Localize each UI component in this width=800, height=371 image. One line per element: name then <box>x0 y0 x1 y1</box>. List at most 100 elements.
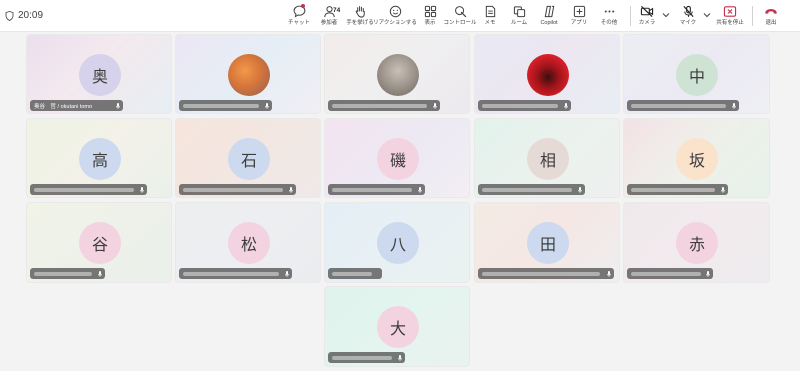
avatar: 赤 <box>676 222 718 264</box>
avatar: 磯 <box>377 138 419 180</box>
name-plate <box>627 268 713 279</box>
notes-label: メモ <box>484 20 496 26</box>
camera-label: カメラ <box>638 20 656 26</box>
participant-tile[interactable]: 高 <box>26 118 172 198</box>
participant-tile[interactable] <box>474 34 620 114</box>
mic-icon <box>578 187 582 193</box>
participant-tile[interactable]: 田 <box>474 202 620 283</box>
name-plate <box>478 184 585 195</box>
avatar-initial: 中 <box>688 67 705 86</box>
mic-icon <box>607 271 611 277</box>
rooms-icon <box>512 4 526 18</box>
participant-tile[interactable]: 相 <box>474 118 620 198</box>
avatar-initial: 相 <box>539 151 556 170</box>
avatar-initial: 八 <box>389 235 406 254</box>
mic-icon <box>732 103 736 109</box>
unread-dot <box>301 4 305 8</box>
share-stop-icon <box>723 4 737 18</box>
participant-name-redacted <box>183 271 279 276</box>
leave-label: 退出 <box>765 20 777 26</box>
stop-sharing-label: 共有を停止 <box>716 20 744 26</box>
grid-view-icon <box>423 4 437 18</box>
mic-button[interactable]: マイク <box>668 3 708 29</box>
name-plate <box>328 268 382 279</box>
mic-icon <box>289 187 293 193</box>
leave-button[interactable]: 退出 <box>751 3 791 29</box>
avatar: 松 <box>228 222 270 264</box>
participant-name-redacted <box>631 271 701 276</box>
avatar: 田 <box>527 222 569 264</box>
avatar-initial: 大 <box>389 319 406 338</box>
participant-name-redacted <box>332 187 412 192</box>
mic-icon <box>433 103 437 109</box>
participant-tile[interactable]: 磯 <box>324 118 470 198</box>
raise-hand-icon <box>353 4 367 18</box>
name-plate <box>328 352 405 363</box>
participant-tile[interactable]: 大 <box>324 286 470 367</box>
avatar: 坂 <box>676 138 718 180</box>
more-label: その他 <box>600 20 618 26</box>
camera-off-icon <box>640 4 654 18</box>
name-plate <box>478 268 614 279</box>
mic-icon <box>140 187 144 193</box>
participant-name-redacted <box>332 103 427 108</box>
meeting-toolbar: 20:09 チャット 74 参加者 手を挙げる リアクションする 表示 コントロ… <box>0 0 800 32</box>
avatar-initial: 石 <box>240 151 257 170</box>
participant-tile[interactable] <box>175 34 321 114</box>
participant-name-redacted <box>34 187 134 192</box>
name-plate <box>30 184 147 195</box>
name-plate <box>328 100 440 111</box>
mic-icon <box>706 271 710 277</box>
avatar-initial: 松 <box>240 235 257 254</box>
name-plate <box>328 184 425 195</box>
name-plate <box>627 184 728 195</box>
participant-tile[interactable]: 松 <box>175 202 321 283</box>
name-plate <box>478 100 571 111</box>
copilot-icon <box>542 4 556 18</box>
participant-name-redacted <box>332 355 392 360</box>
avatar: 八 <box>377 222 419 264</box>
name-plate <box>30 268 105 279</box>
participant-tile[interactable]: 中 <box>623 34 770 114</box>
participant-tile[interactable]: 石 <box>175 118 321 198</box>
participant-tile[interactable]: 赤 <box>623 202 770 283</box>
avatar: 谷 <box>79 222 121 264</box>
participant-name-redacted <box>631 187 715 192</box>
shield-icon <box>5 11 14 21</box>
avatar: 中 <box>676 54 718 96</box>
avatar-initial: 磯 <box>389 151 406 170</box>
rooms-label: ルーム <box>510 20 528 26</box>
participant-name-redacted <box>183 187 283 192</box>
camera-button[interactable]: カメラ <box>627 3 667 29</box>
name-plate: 奥谷 哲 / okutani tomo <box>30 100 123 111</box>
react-button[interactable]: リアクションする <box>373 3 417 29</box>
meeting-timer: 20:09 <box>18 10 44 21</box>
avatar-initial: 田 <box>539 235 556 254</box>
participant-name-redacted <box>482 103 558 108</box>
participant-tile[interactable]: 奥 奥谷 哲 / okutani tomo <box>26 34 172 114</box>
avatar: 高 <box>79 138 121 180</box>
avatar-initial: 谷 <box>91 235 108 254</box>
name-plate <box>179 100 272 111</box>
participant-tile[interactable]: 八 <box>324 202 470 283</box>
smiley-icon <box>388 4 402 18</box>
stop-sharing-button[interactable]: 共有を停止 <box>710 3 750 29</box>
control-icon <box>453 4 467 18</box>
name-plate <box>627 100 739 111</box>
mic-icon <box>285 271 289 277</box>
participant-name-redacted <box>34 271 92 276</box>
participant-tile[interactable]: 谷 <box>26 202 172 283</box>
avatar: 石 <box>228 138 270 180</box>
name-plate <box>179 184 296 195</box>
mic-icon <box>98 271 102 277</box>
phone-hangup-icon <box>764 4 778 18</box>
participant-tile[interactable]: 坂 <box>623 118 770 198</box>
apps-icon <box>572 4 586 18</box>
participant-tile[interactable] <box>324 34 470 114</box>
raise-hand-label: 手を挙げる <box>346 20 374 26</box>
avatar-photo <box>228 54 270 96</box>
avatar-initial: 高 <box>91 151 108 170</box>
more-button[interactable]: その他 <box>589 3 629 29</box>
participant-name-redacted <box>631 103 726 108</box>
apps-label: アプリ <box>570 20 588 26</box>
